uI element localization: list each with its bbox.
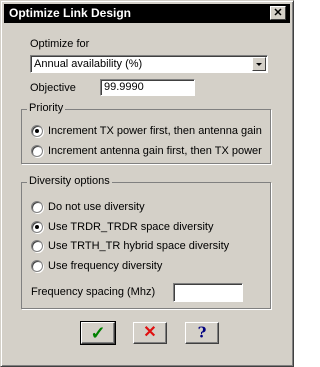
frequency-spacing-label: Frequency spacing (Mhz): [31, 286, 156, 298]
close-button[interactable]: ✕: [270, 6, 286, 20]
objective-label: Objective: [30, 82, 76, 94]
dialog-title: Optimize Link Design: [9, 6, 132, 20]
frequency-spacing-input[interactable]: [173, 283, 243, 302]
ok-button[interactable]: ✓: [80, 321, 116, 345]
diversity-radio-none[interactable]: [31, 201, 43, 213]
cancel-button[interactable]: ✕: [133, 322, 167, 344]
optimize-for-value: Annual availability (%): [34, 58, 143, 70]
diversity-radio-frequency[interactable]: [31, 260, 43, 272]
cross-icon: ✕: [143, 324, 157, 341]
checkmark-icon: ✓: [90, 323, 106, 343]
diversity-option-frequency[interactable]: Use frequency diversity: [48, 260, 162, 273]
title-bar: Optimize Link Design ✕: [4, 4, 290, 23]
diversity-radio-hybrid[interactable]: [31, 240, 43, 252]
diversity-radio-space[interactable]: [31, 221, 43, 233]
priority-option-tx-first[interactable]: Increment TX power first, then antenna g…: [48, 125, 262, 138]
priority-option-antenna-first[interactable]: Increment antenna gain first, then TX po…: [48, 145, 262, 158]
objective-input[interactable]: 99.9990: [100, 79, 195, 96]
diversity-group-title: Diversity options: [27, 175, 112, 188]
optimize-link-design-dialog: Optimize Link Design ✕ Optimize for Annu…: [0, 0, 294, 367]
help-button[interactable]: ?: [185, 322, 219, 344]
diversity-option-space[interactable]: Use TRDR_TRDR space diversity: [48, 221, 213, 234]
optimize-for-dropdown[interactable]: Annual availability (%): [30, 55, 268, 73]
chevron-down-icon[interactable]: [252, 57, 266, 71]
diversity-option-none[interactable]: Do not use diversity: [48, 201, 145, 214]
priority-group-title: Priority: [27, 102, 66, 115]
optimize-for-label: Optimize for: [30, 38, 90, 50]
priority-radio-tx-first[interactable]: [31, 125, 43, 137]
question-mark-icon: ?: [197, 323, 207, 342]
priority-radio-antenna-first[interactable]: [31, 145, 43, 157]
diversity-option-hybrid[interactable]: Use TRTH_TR hybrid space diversity: [48, 240, 229, 253]
close-icon: ✕: [273, 7, 283, 19]
